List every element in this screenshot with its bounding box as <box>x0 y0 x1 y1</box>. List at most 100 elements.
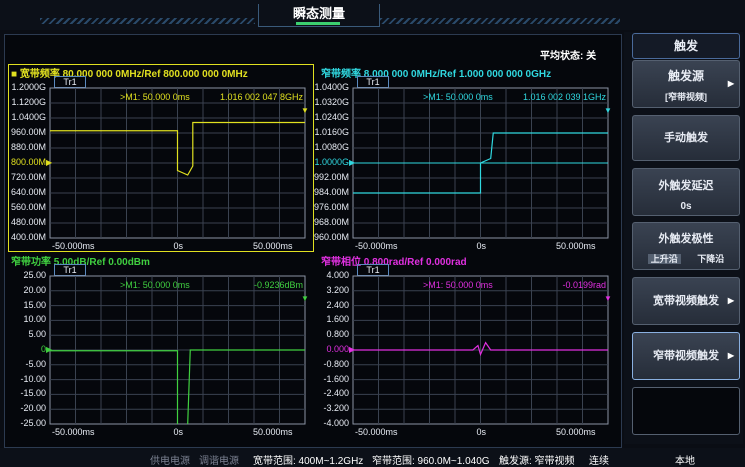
y-tick-label: 640.00M <box>10 187 46 197</box>
y-tick-label: 960.00M <box>313 232 349 242</box>
x-tick-label: -50.000ms <box>355 241 398 251</box>
y-tick-label: 0.000 <box>326 344 349 354</box>
y-tick-label: 25.00 <box>23 270 46 280</box>
y-tick-label: 1.2000G <box>11 82 46 92</box>
y-tick-label: 1.0080G <box>314 142 349 152</box>
narrowband-range: 窄带范围: 960.0M~1.040G <box>372 456 490 467</box>
y-tick-label: 0.800 <box>326 329 349 340</box>
y-tick-label: 992.00M <box>313 172 349 182</box>
narrowband-phase-title: 窄带相位 0.800rad/Ref 0.000rad <box>321 257 467 268</box>
menu-header: 触发 <box>632 33 740 59</box>
manual-trigger-button[interactable]: 手动触发 <box>632 115 740 161</box>
ext-delay-value: 0s <box>680 201 692 212</box>
ref-level-arrow-icon: ▶ <box>349 345 356 354</box>
title-underline <box>296 22 340 25</box>
marker-triangle-icon: ▼ <box>604 294 612 303</box>
trigger-source-button[interactable]: 触发源 [窄带视频] ▶ <box>632 60 740 108</box>
y-tick-label: -3.200 <box>323 403 349 414</box>
y-tick-label: -1.600 <box>323 373 349 384</box>
y-tick-label: 4.000 <box>326 270 349 280</box>
y-tick-label: 720.00M <box>10 172 46 182</box>
wideband-freq-marker-label: >M1: 50.000 0ms <box>120 92 190 102</box>
trigger-source-label: 触发源 <box>667 69 704 83</box>
y-tick-label: 15.00 <box>23 299 46 310</box>
ref-level-arrow-icon: ▶ <box>349 158 356 167</box>
y-tick-label: 984.00M <box>313 187 349 197</box>
narrowband-power-marker-label: >M1: 50.000 0ms <box>120 280 190 290</box>
y-tick-label: 880.00M <box>10 142 46 152</box>
polarity-falling[interactable]: 下降沿 <box>697 254 724 264</box>
x-tick-label: 0s <box>173 241 184 251</box>
narrowband-phase-trace-label[interactable]: Tr1 <box>357 264 389 276</box>
wideband-video-trigger-button[interactable]: 宽带视频触发 ▶ <box>632 277 740 325</box>
y-tick-label: 5.00 <box>28 329 46 340</box>
wideband-freq-marker-value: 1.016 002 047 8GHz <box>219 92 303 102</box>
y-tick-label: -4.000 <box>323 418 349 428</box>
y-tick-label: 10.00 <box>23 314 46 325</box>
x-tick-label: -50.000ms <box>52 241 95 251</box>
y-tick-label: 960.00M <box>10 127 46 137</box>
x-tick-label: 50.000ms <box>556 241 596 251</box>
wideband-range: 宽带范围: 400M~1.2GHz <box>253 456 364 467</box>
ext-delay-label: 外触发延迟 <box>658 180 714 192</box>
narrowband-video-trigger-button[interactable]: 窄带视频触发 ▶ <box>632 332 740 380</box>
x-tick-label: 50.000ms <box>253 241 293 251</box>
average-status: 平均状态: 关 <box>540 51 597 62</box>
location-status: 本地 <box>675 456 695 467</box>
narrowband-video-label: 窄带视频触发 <box>653 350 719 362</box>
ext-polarity-label: 外触发极性 <box>658 233 714 245</box>
narrowband-phase-plot[interactable] <box>352 275 609 425</box>
x-tick-label: -50.000ms <box>355 427 398 437</box>
polarity-rising[interactable]: 上升沿 <box>647 254 681 264</box>
narrowband-power-plot[interactable] <box>49 275 306 425</box>
y-tick-label: 2.400 <box>326 299 349 310</box>
ext-trigger-polarity-button[interactable]: 外触发极性 上升沿 下降沿 <box>632 222 740 270</box>
ext-trigger-delay-button[interactable]: 外触发延迟 0s <box>632 168 740 216</box>
x-tick-label: 0s <box>476 241 487 251</box>
narrowband-power-trace-label[interactable]: Tr1 <box>54 264 86 276</box>
y-tick-label: 968.00M <box>313 217 349 227</box>
y-tick-label: -20.00 <box>20 403 46 414</box>
y-tick-label: 1.1200G <box>11 97 46 107</box>
y-tick-label: -2.400 <box>323 388 349 399</box>
chevron-right-icon: ▶ <box>727 79 734 88</box>
narrowband-power-trace <box>50 349 305 425</box>
wideband-freq-plot[interactable] <box>49 87 306 239</box>
x-tick-label: 50.000ms <box>253 427 293 437</box>
x-tick-label: 50.000ms <box>556 427 596 437</box>
x-tick-label: 0s <box>173 427 184 437</box>
chevron-right-icon: ▶ <box>727 351 734 360</box>
y-tick-label: 20.00 <box>23 284 46 295</box>
title-decoration-left <box>40 18 255 24</box>
y-tick-label: 1.0000G <box>314 157 349 167</box>
y-tick-label: 1.0240G <box>314 112 349 122</box>
x-tick-label: -50.000ms <box>52 427 95 437</box>
y-tick-label: -0.800 <box>323 358 349 369</box>
wideband-freq-title: ■ 宽带频率 80.000 000 0MHz/Ref 800.000 000 0… <box>11 69 248 80</box>
x-tick-label: 0s <box>476 427 487 437</box>
marker-triangle-icon: ▼ <box>604 106 612 115</box>
y-tick-label: -25.00 <box>20 418 46 428</box>
narrowband-freq-plot[interactable] <box>352 87 609 239</box>
y-tick-label: 1.600 <box>326 314 349 325</box>
y-tick-label: 800.00M <box>10 157 46 167</box>
narrowband-power-marker-value: -0.9236dBm <box>253 280 303 290</box>
trigger-source-status: 触发源: 窄带视频 <box>499 456 575 467</box>
empty-softkey[interactable] <box>632 387 740 435</box>
y-tick-label: 3.200 <box>326 284 349 295</box>
y-tick-label: 1.0320G <box>314 97 349 107</box>
y-tick-label: 400.00M <box>10 232 46 242</box>
title-decoration-right <box>380 18 620 24</box>
y-tick-label: -10.00 <box>20 373 46 384</box>
narrowband-freq-marker-value: 1.016 002 039 1GHz <box>522 92 606 102</box>
narrowband-freq-title: 窄带频率 8.000 000 0MHz/Ref 1.000 000 000 0G… <box>321 69 552 80</box>
trigger-source-value: [窄带视频] <box>665 92 707 102</box>
wideband-freq-trace-label[interactable]: Tr1 <box>54 76 86 88</box>
sweep-mode: 连续 <box>589 456 609 467</box>
wideband-freq-trace <box>50 121 305 176</box>
ref-level-arrow-icon: ▶ <box>46 345 53 354</box>
narrowband-freq-trace-label[interactable]: Tr1 <box>357 76 389 88</box>
y-tick-label: 1.0400G <box>314 82 349 92</box>
y-tick-label: 1.0160G <box>314 127 349 137</box>
y-tick-label: 1.0400G <box>11 112 46 122</box>
